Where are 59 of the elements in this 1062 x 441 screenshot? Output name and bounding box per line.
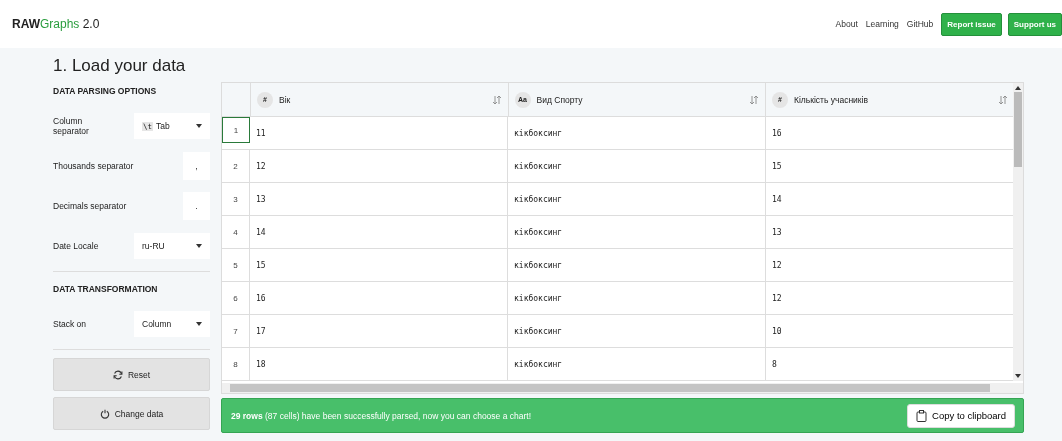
table-cell: 12 xyxy=(250,150,508,182)
scroll-up-icon xyxy=(1015,86,1021,90)
scroll-thumb[interactable] xyxy=(1014,92,1022,167)
table-cell: кікбоксинг xyxy=(508,282,766,314)
select-field[interactable]: ru-RU xyxy=(134,233,210,259)
clipboard-icon xyxy=(916,409,928,422)
sort-icon xyxy=(998,94,1008,105)
row-number[interactable]: 1 xyxy=(222,117,250,143)
table-cell: 14 xyxy=(250,216,508,248)
section-heading: DATA TRANSFORMATION xyxy=(53,284,159,294)
table-cell: кікбоксинг xyxy=(508,249,766,281)
row-number[interactable]: 7 xyxy=(222,315,250,347)
section-title: 1. Load your data xyxy=(53,56,187,76)
table-cell: кікбоксинг xyxy=(508,315,766,347)
app-logo[interactable]: RAWGraphs 2.0 xyxy=(12,17,100,31)
row-number[interactable]: 4 xyxy=(222,216,250,248)
scroll-thumb[interactable] xyxy=(230,384,990,392)
caret-icon xyxy=(196,322,202,326)
power-icon xyxy=(99,408,110,419)
option-label: Decimals separator xyxy=(53,201,127,211)
input-field[interactable]: . xyxy=(183,192,210,220)
status-message: 29 rows (87 cells) have been successfully parsed, now you can choose a chart! xyxy=(231,410,532,421)
nav-link[interactable]: About xyxy=(835,19,858,29)
select-field[interactable]: Column xyxy=(134,311,210,337)
table-cell: кікбоксинг xyxy=(508,183,766,215)
table-cell: 13 xyxy=(250,183,508,215)
table-cell: 15 xyxy=(250,249,508,281)
sort-icon xyxy=(491,94,502,105)
caret-icon xyxy=(196,124,202,128)
row-number[interactable]: 3 xyxy=(222,183,250,215)
reset-button[interactable]: Reset xyxy=(53,358,210,391)
nav-link[interactable]: GitHub xyxy=(906,19,934,29)
scrollbar[interactable] xyxy=(1013,83,1023,381)
option-label: Stack on xyxy=(53,319,88,329)
nav-link[interactable]: Learning xyxy=(865,19,899,29)
row-number[interactable]: 5 xyxy=(222,249,250,281)
option-label: Column separator xyxy=(53,116,90,136)
table-cell: 18 xyxy=(250,348,508,380)
scroll-down-icon xyxy=(1015,374,1021,378)
table-cell: кікбоксинг xyxy=(508,150,766,182)
row-number[interactable]: 6 xyxy=(222,282,250,314)
input-field[interactable]: , xyxy=(183,152,210,180)
row-number[interactable]: 8 xyxy=(222,348,250,380)
table-cell: 16 xyxy=(250,282,508,314)
section-heading: DATA PARSING OPTIONS xyxy=(53,86,158,96)
table-cell: 17 xyxy=(250,315,508,347)
table-cell: кікбоксинг xyxy=(508,216,766,248)
scrollbar[interactable] xyxy=(222,383,1023,393)
change-data-button[interactable]: Change data xyxy=(53,397,210,430)
option-label: Date Locale xyxy=(53,241,100,251)
refresh-icon xyxy=(112,369,123,380)
table-cell: кікбоксинг xyxy=(508,117,766,149)
copy-button[interactable]: Copy to clipboard xyxy=(907,403,1015,428)
option-label: Thousands separator xyxy=(53,161,134,171)
row-number[interactable]: 2 xyxy=(222,150,250,182)
caret-icon xyxy=(196,244,202,248)
sort-icon xyxy=(749,94,759,105)
table-cell: 11 xyxy=(250,117,508,149)
table-cell: кікбоксинг xyxy=(508,348,766,380)
